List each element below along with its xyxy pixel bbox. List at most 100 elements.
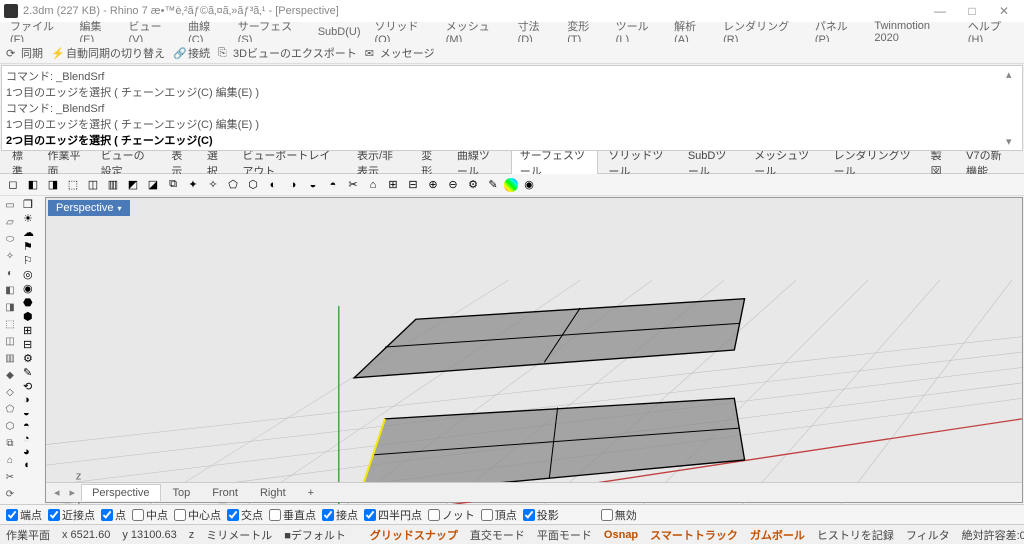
tool-icon[interactable]: ◓ — [23, 420, 43, 432]
tool-icon[interactable]: ❐ — [23, 198, 43, 211]
osnap-knot[interactable]: ノット — [428, 507, 475, 523]
tool-icon[interactable]: ▥ — [1, 351, 19, 367]
tool-icon[interactable]: ◫ — [1, 334, 19, 350]
tool-icon[interactable]: ◓ — [324, 176, 342, 194]
tool-icon[interactable]: ◉ — [23, 282, 43, 295]
tool-icon[interactable]: ◨ — [44, 176, 62, 194]
tool-icon[interactable]: ⬭ — [1, 232, 19, 248]
status-osnap[interactable]: Osnap — [604, 529, 638, 541]
tool-icon[interactable]: ⟳ — [1, 487, 19, 503]
tool-icon[interactable]: ⚐ — [23, 254, 43, 267]
osnap-near[interactable]: 近接点 — [48, 507, 95, 523]
tool-icon[interactable]: ⊖ — [444, 176, 462, 194]
status-planar[interactable]: 平面モード — [537, 527, 592, 543]
tool-icon[interactable]: ◧ — [24, 176, 42, 194]
tool-icon[interactable]: ✂ — [344, 176, 362, 194]
tool-icon[interactable]: ⊞ — [23, 324, 43, 337]
sync-button[interactable]: ⟳同期 — [6, 45, 43, 61]
tool-icon[interactable]: ⬣ — [23, 296, 43, 309]
tool-icon[interactable]: ⬠ — [224, 176, 242, 194]
tool-icon[interactable]: ◔ — [23, 433, 43, 445]
tool-icon[interactable]: ◐ — [1, 266, 19, 282]
tool-icon[interactable]: ✦ — [184, 176, 202, 194]
tool-icon[interactable]: ◕ — [23, 446, 43, 458]
tool-icon[interactable]: ◉ — [520, 176, 538, 194]
command-area[interactable]: コマンド: _BlendSrf 1つ目のエッジを選択 ( チェーンエッジ(C) … — [1, 65, 1023, 151]
cmd-scrollbar[interactable]: ▴▾ — [1006, 68, 1020, 148]
tab-prev-icon[interactable]: ◂ — [50, 486, 64, 499]
tool-icon[interactable]: ⚙ — [464, 176, 482, 194]
status-cplane[interactable]: 作業平面 — [6, 527, 50, 543]
tool-icon[interactable]: ✎ — [23, 366, 43, 379]
osnap-cen[interactable]: 中心点 — [174, 507, 221, 523]
menu-subd[interactable]: SubD(U) — [312, 24, 367, 40]
tool-icon[interactable]: ⊕ — [424, 176, 442, 194]
tool-icon[interactable]: ⌂ — [364, 176, 382, 194]
status-gumball[interactable]: ガムボール — [750, 527, 805, 543]
osnap-perp[interactable]: 垂直点 — [269, 507, 316, 523]
tool-icon[interactable]: ✎ — [484, 176, 502, 194]
osnap-proj[interactable]: 投影 — [523, 507, 559, 523]
status-ortho[interactable]: 直交モード — [470, 527, 525, 543]
tool-icon[interactable]: ⧉ — [1, 436, 19, 452]
tool-icon[interactable]: ◖ — [23, 459, 43, 471]
vp-tab-right[interactable]: Right — [250, 485, 296, 501]
tool-icon[interactable]: ◇ — [1, 385, 19, 401]
tool-icon[interactable]: ▥ — [104, 176, 122, 194]
scroll-down-icon[interactable]: ▾ — [1006, 135, 1020, 148]
osnap-quad[interactable]: 四半円点 — [364, 507, 422, 523]
autosync-button[interactable]: ⚡自動同期の切り替え — [51, 45, 165, 61]
vp-tab-add[interactable]: + — [298, 485, 324, 501]
chevron-down-icon[interactable]: ▾ — [117, 204, 121, 213]
tool-icon[interactable]: ⚙ — [23, 352, 43, 365]
status-gridsnap[interactable]: グリッドスナップ — [370, 527, 458, 543]
tool-icon[interactable]: ⬡ — [1, 419, 19, 435]
tool-icon[interactable]: ⬢ — [23, 310, 43, 323]
tool-icon[interactable]: ⚑ — [23, 240, 43, 253]
tool-icon[interactable]: ◆ — [1, 368, 19, 384]
surface-far[interactable] — [354, 299, 744, 378]
status-unit[interactable]: ミリメートル — [206, 527, 272, 543]
tool-icon[interactable]: ⌂ — [1, 453, 19, 469]
tool-icon[interactable]: ◐ — [264, 176, 282, 194]
osnap-disable[interactable]: 無効 — [601, 507, 637, 523]
tool-icon[interactable]: ◑ — [23, 394, 43, 406]
tool-icon[interactable]: ⟲ — [23, 380, 43, 393]
minimize-button[interactable]: — — [924, 4, 956, 18]
osnap-vert[interactable]: 頂点 — [481, 507, 517, 523]
tool-icon[interactable]: ✂ — [1, 470, 19, 486]
vp-tab-front[interactable]: Front — [202, 485, 248, 501]
tool-icon[interactable]: ◧ — [1, 283, 19, 299]
status-history[interactable]: ヒストリを記録 — [817, 527, 894, 543]
color-icon[interactable] — [504, 178, 518, 192]
tool-icon[interactable]: ◻ — [4, 176, 22, 194]
vp-tab-perspective[interactable]: Perspective — [81, 484, 160, 501]
tab-next-icon[interactable]: ▸ — [66, 486, 80, 499]
tool-icon[interactable]: ◑ — [284, 176, 302, 194]
tool-icon[interactable]: ⬠ — [1, 402, 19, 418]
tool-icon[interactable]: ◪ — [144, 176, 162, 194]
osnap-tan[interactable]: 接点 — [322, 507, 358, 523]
tool-icon[interactable]: ◩ — [124, 176, 142, 194]
tool-icon[interactable]: ✧ — [204, 176, 222, 194]
tool-icon[interactable]: ◒ — [23, 407, 43, 419]
cmd-prompt[interactable]: 2つ目のエッジを選択 ( チェーンエッジ(C) — [6, 132, 1018, 148]
tool-icon[interactable]: ▱ — [1, 215, 19, 231]
status-smarttrack[interactable]: スマートトラック — [650, 527, 738, 543]
osnap-end[interactable]: 端点 — [6, 507, 42, 523]
osnap-point[interactable]: 点 — [101, 507, 126, 523]
tool-icon[interactable]: ⊟ — [404, 176, 422, 194]
osnap-int[interactable]: 交点 — [227, 507, 263, 523]
status-filter[interactable]: フィルタ — [906, 527, 950, 543]
tool-icon[interactable]: ⊟ — [23, 338, 43, 351]
viewport-title[interactable]: Perspective ▾ — [48, 200, 130, 216]
perspective-viewport[interactable]: z x y Perspective ▾ ◂ ▸ Perspective Top … — [45, 197, 1023, 503]
osnap-mid[interactable]: 中点 — [132, 507, 168, 523]
tool-icon[interactable]: ☁ — [23, 226, 43, 239]
tool-icon[interactable]: ⬡ — [244, 176, 262, 194]
tool-icon[interactable]: ▭ — [1, 198, 19, 214]
connect-button[interactable]: 🔗接続 — [173, 45, 210, 61]
tool-icon[interactable]: ◒ — [304, 176, 322, 194]
export3d-button[interactable]: ⎘3Dビューのエクスポート — [218, 45, 357, 61]
tool-icon[interactable]: ✧ — [1, 249, 19, 265]
